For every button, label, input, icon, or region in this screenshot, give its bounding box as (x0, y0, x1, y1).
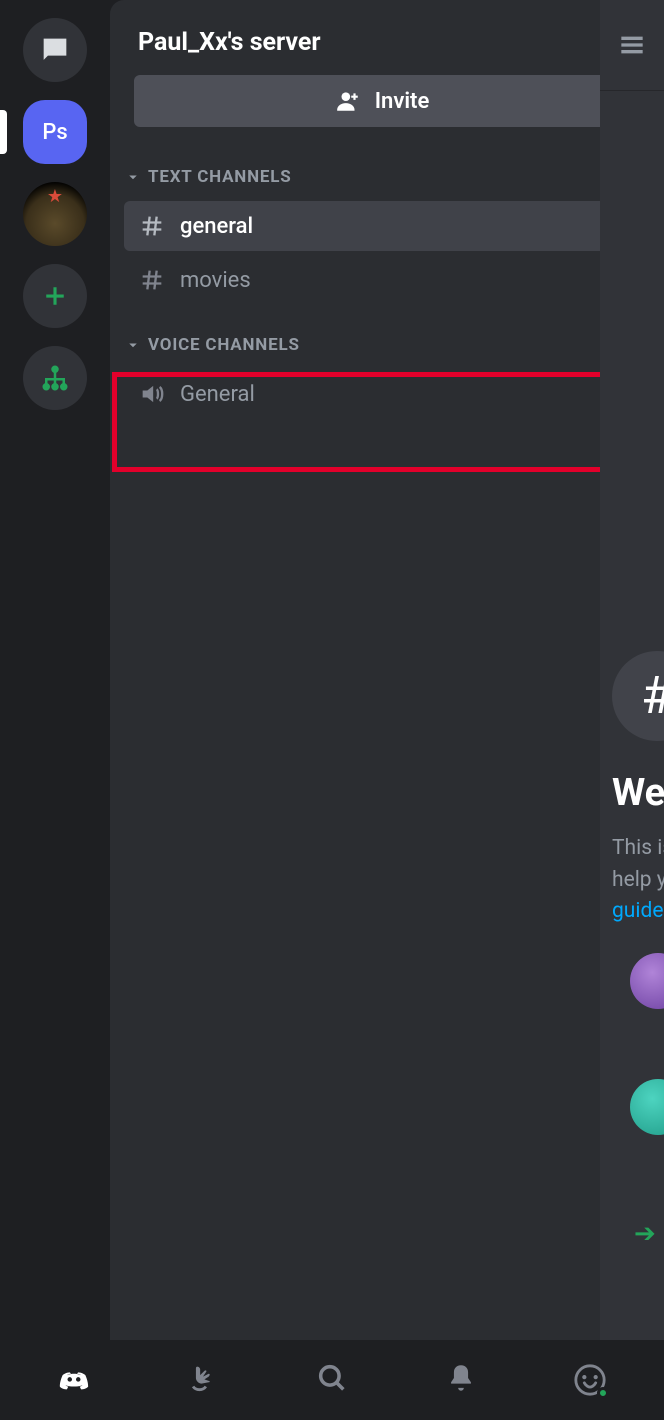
voice-channel-general[interactable]: General (124, 369, 640, 419)
nav-friends[interactable] (186, 1361, 220, 1399)
next-arrow[interactable]: ➔ (634, 1219, 656, 1249)
text-channel-movies[interactable]: movies (124, 255, 640, 305)
hash-icon (138, 266, 166, 294)
channel-panel: Paul_Xx's server Invite TEXT CHANNELS (110, 0, 654, 1340)
channel-label: movies (180, 268, 251, 293)
hub-icon (40, 363, 70, 393)
invite-label: Invite (375, 89, 430, 114)
bottom-nav (0, 1340, 664, 1420)
search-icon (315, 1361, 349, 1395)
discover-hub-button[interactable] (23, 346, 87, 410)
suggestion-avatar-1[interactable] (630, 953, 664, 1009)
category-voice-label: VOICE CHANNELS (148, 335, 300, 355)
category-text-label: TEXT CHANNELS (148, 167, 292, 187)
category-voice-header[interactable]: VOICE CHANNELS (110, 309, 654, 365)
hash-icon (138, 212, 166, 240)
category-text-header[interactable]: TEXT CHANNELS (110, 149, 654, 197)
nav-home[interactable] (57, 1361, 91, 1399)
invite-button[interactable]: Invite (134, 75, 630, 127)
app-frame: Ps Paul_Xx's server (0, 0, 664, 1340)
direct-messages-button[interactable] (23, 18, 87, 82)
bell-icon (444, 1361, 478, 1395)
content-pane-peek: # Wel This is help y guide ➔ (600, 0, 664, 1340)
welcome-text: This is help y guide (612, 833, 664, 928)
discord-logo-icon (57, 1361, 91, 1395)
suggestion-avatar-2[interactable] (630, 1079, 664, 1135)
channel-label: General (180, 382, 255, 407)
nav-profile[interactable] (573, 1363, 607, 1397)
hamburger-icon (616, 29, 648, 61)
welcome-heading: Wel (612, 771, 664, 815)
wave-icon (186, 1361, 220, 1395)
chevron-down-icon (124, 336, 142, 354)
invite-person-icon (335, 88, 361, 114)
nav-search[interactable] (315, 1361, 349, 1399)
hamburger-button[interactable] (600, 0, 664, 90)
chat-bubble-icon (38, 33, 72, 67)
server-header: Paul_Xx's server (110, 0, 654, 75)
status-dot (597, 1387, 609, 1399)
speaker-icon (138, 380, 166, 408)
plus-icon (40, 281, 70, 311)
server-rail: Ps (0, 0, 110, 1340)
server-other[interactable] (23, 182, 87, 246)
add-server-button[interactable] (23, 264, 87, 328)
welcome-hash-badge: # (612, 651, 664, 741)
server-initials: Ps (42, 120, 67, 145)
chevron-down-icon (124, 168, 142, 186)
server-title: Paul_Xx's server (138, 28, 321, 57)
channel-label: general (180, 214, 253, 239)
text-channel-general[interactable]: general (124, 201, 640, 251)
server-ps[interactable]: Ps (23, 100, 87, 164)
nav-notifications[interactable] (444, 1361, 478, 1399)
guide-link[interactable]: guide (612, 899, 663, 923)
